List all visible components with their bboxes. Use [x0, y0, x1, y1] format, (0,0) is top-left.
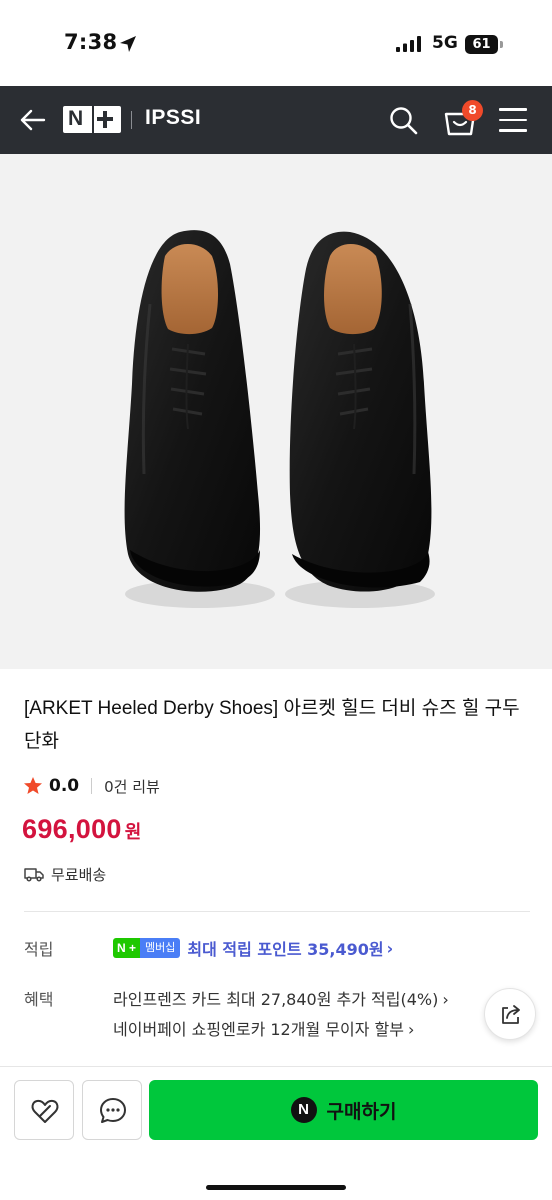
product-price: 696,000 [22, 814, 122, 844]
rating-separator [91, 778, 93, 794]
nplus-membership-badge: N + 멤버십 [113, 938, 181, 958]
price-unit: 원 [124, 822, 142, 843]
buy-label: 구매하기 [326, 1100, 397, 1123]
product-title: [ARKET Heeled Derby Shoes] 아르켓 힐드 더비 슈즈 … [24, 698, 520, 752]
product-image[interactable] [0, 154, 552, 669]
shoe-pair-image [124, 230, 435, 608]
nplus-logo[interactable]: N [63, 106, 121, 133]
benefit-card-points[interactable]: 라인프렌즈 카드 최대 27,840원 추가 적립(4%) › [113, 986, 449, 1010]
naver-pay-icon: N [290, 1097, 317, 1123]
share-icon [502, 1005, 520, 1024]
wishlist-button[interactable] [14, 1080, 74, 1140]
home-indicator [206, 1185, 346, 1190]
chat-bubble-icon [100, 1098, 126, 1123]
shipping-text: 무료배송 [51, 865, 107, 884]
truck-icon [24, 868, 44, 882]
status-bar: 7:38 5G 61 [0, 0, 552, 86]
shipping-row: 무료배송 [24, 862, 106, 886]
rating-row[interactable]: 0.0 0건 리뷰 [23, 774, 160, 798]
battery-icon: 61 [465, 35, 503, 54]
chat-button[interactable] [82, 1080, 142, 1140]
benefit-text: 네이버페이 쇼핑엔로카 12개월 무이자 할부 [113, 1020, 404, 1039]
review-count[interactable]: 0건 리뷰 [104, 776, 160, 797]
share-button[interactable] [484, 988, 536, 1040]
benefit-text: 라인프렌즈 카드 최대 27,840원 추가 적립(4%) [113, 990, 439, 1009]
hamburger-menu-icon[interactable] [499, 108, 527, 132]
store-name[interactable]: IPSSI [145, 106, 201, 130]
search-icon[interactable] [388, 105, 418, 135]
buy-now-button[interactable]: N 구매하기 [149, 1080, 538, 1140]
header-divider [131, 111, 132, 129]
badge-text: 멤버십 [140, 938, 181, 958]
benefits-label: 혜택 [24, 990, 54, 1009]
location-arrow-icon [120, 36, 136, 52]
rating-value: 0.0 [49, 776, 80, 796]
max-points-text[interactable]: 최대 적립 포인트 35,490원 [187, 936, 383, 960]
star-icon [24, 777, 42, 794]
chevron-right-icon: › [407, 1020, 415, 1039]
wishlist-heart-icon [31, 1099, 59, 1123]
signal-bars-icon [396, 36, 421, 52]
back-arrow-icon[interactable] [18, 105, 48, 135]
points-label: 적립 [24, 940, 54, 959]
network-type: 5G [432, 33, 458, 53]
benefit-installment[interactable]: 네이버페이 쇼핑엔로카 12개월 무이자 할부 › [113, 1016, 414, 1040]
chevron-right-icon: › [442, 990, 449, 1009]
chevron-right-icon: › [386, 938, 394, 958]
cart-count-badge: 8 [462, 100, 483, 121]
price-row: 696,000 원 [22, 814, 141, 854]
bottom-action-bar: N 구매하기 [0, 1066, 552, 1200]
battery-level: 61 [465, 35, 498, 54]
nplus-logo-letter: N [68, 107, 84, 130]
points-row[interactable]: N + 멤버십 최대 적립 포인트 35,490원 › [113, 936, 393, 960]
status-time: 7:38 [64, 30, 118, 54]
section-divider [24, 911, 530, 912]
badge-n: N + [113, 938, 141, 958]
